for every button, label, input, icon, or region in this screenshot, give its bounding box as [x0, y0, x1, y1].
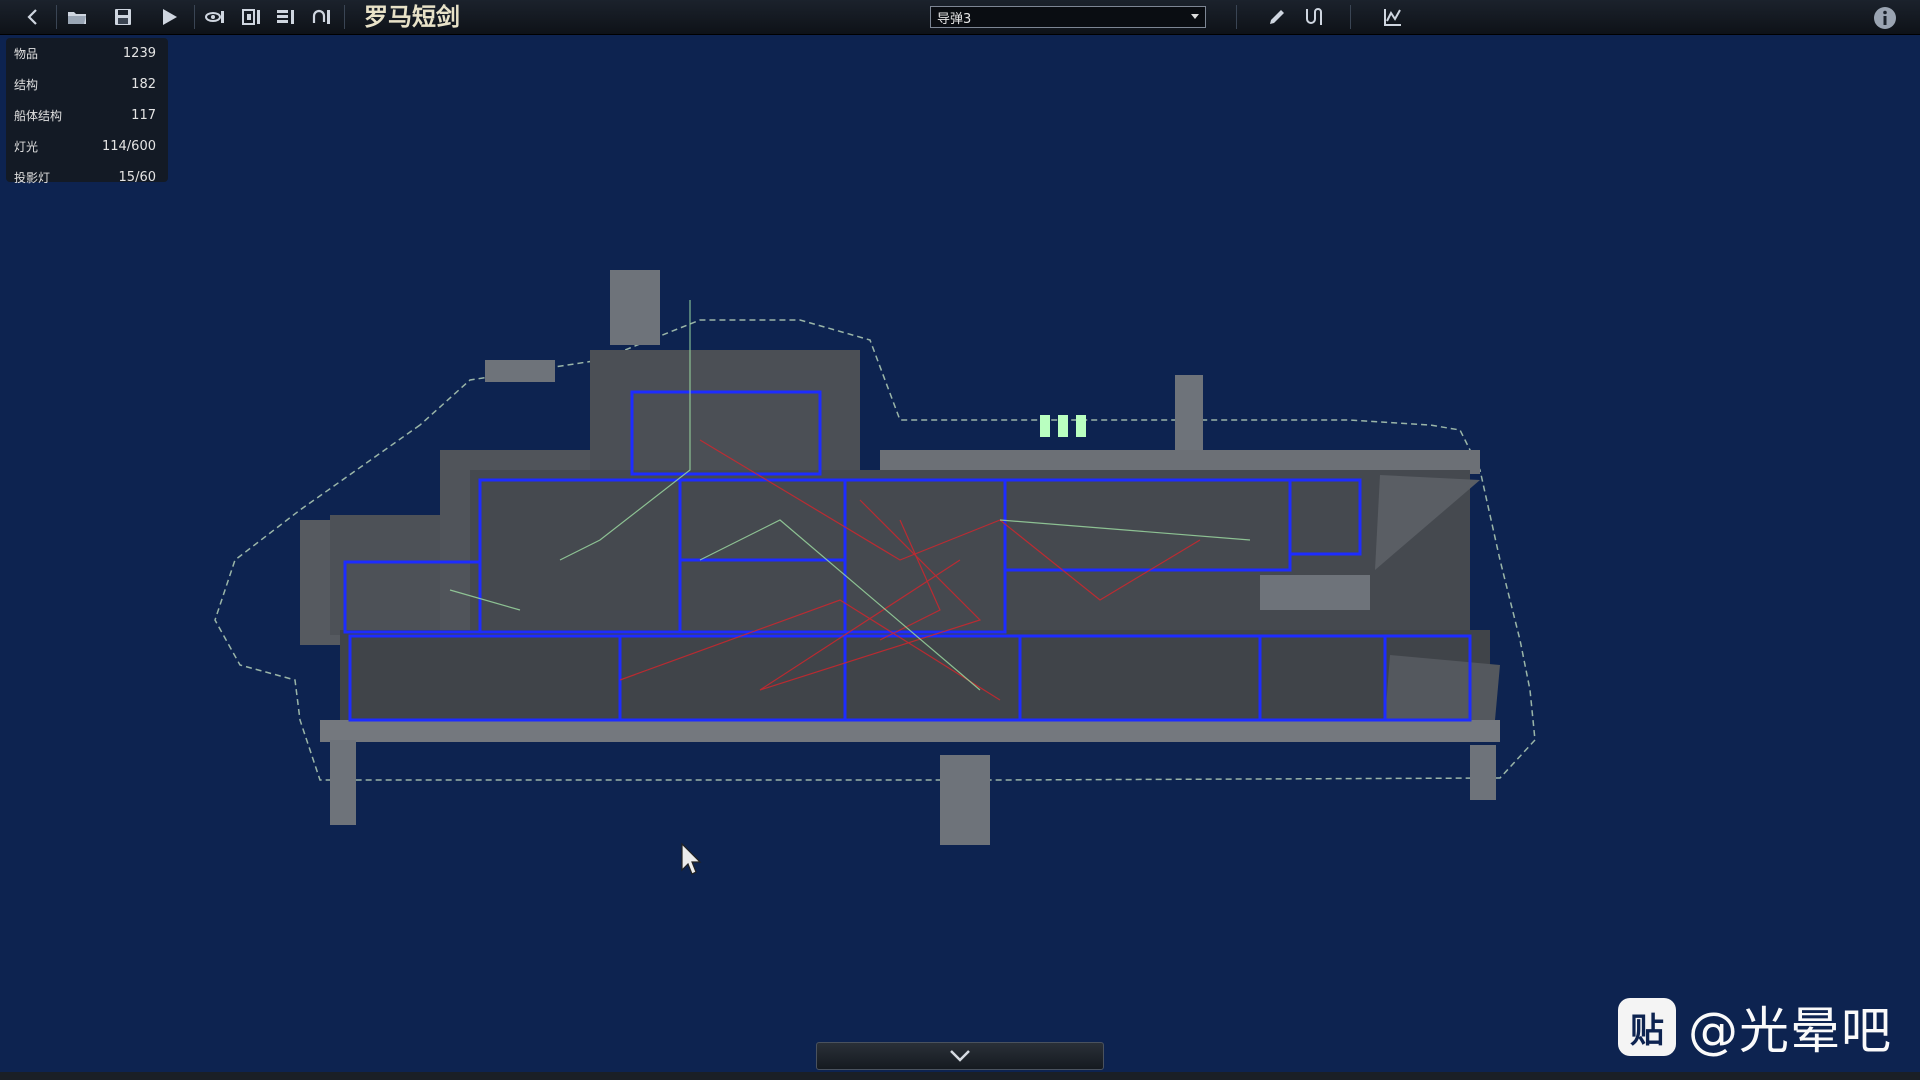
play-icon[interactable]: [154, 3, 184, 31]
editor-toolbar: 罗马短剑 导弹3: [0, 0, 1920, 35]
back-icon[interactable]: [18, 3, 48, 31]
tieba-logo-icon: 贴: [1618, 998, 1676, 1056]
chevron-down-icon: [950, 1050, 970, 1062]
wire-icon[interactable]: [1298, 3, 1328, 31]
info-icon[interactable]: [1873, 6, 1897, 30]
graph-icon[interactable]: [1378, 3, 1408, 31]
bottom-panel-toggle[interactable]: [816, 1042, 1104, 1070]
submarine-name: 罗马短剑: [364, 3, 460, 31]
preset-selected-value: 导弹3: [937, 11, 972, 27]
list-icon[interactable]: [270, 3, 300, 31]
layer-icon[interactable]: [236, 3, 266, 31]
chevron-down-icon: [1191, 14, 1199, 19]
watermark-text: @光晕吧: [1688, 1002, 1892, 1060]
preset-dropdown[interactable]: 导弹3: [930, 6, 1206, 28]
save-icon[interactable]: [108, 3, 138, 31]
watermark: 贴 @光晕吧: [1618, 996, 1892, 1060]
submarine-canvas[interactable]: [0, 34, 1920, 1034]
sonar-array: [1040, 415, 1086, 437]
bottom-bar: [0, 1072, 1920, 1080]
open-folder-icon[interactable]: [62, 3, 92, 31]
visibility-icon[interactable]: [200, 3, 230, 31]
pencil-icon[interactable]: [1262, 3, 1292, 31]
mouse-cursor: [680, 842, 704, 881]
undo-icon[interactable]: [306, 3, 336, 31]
